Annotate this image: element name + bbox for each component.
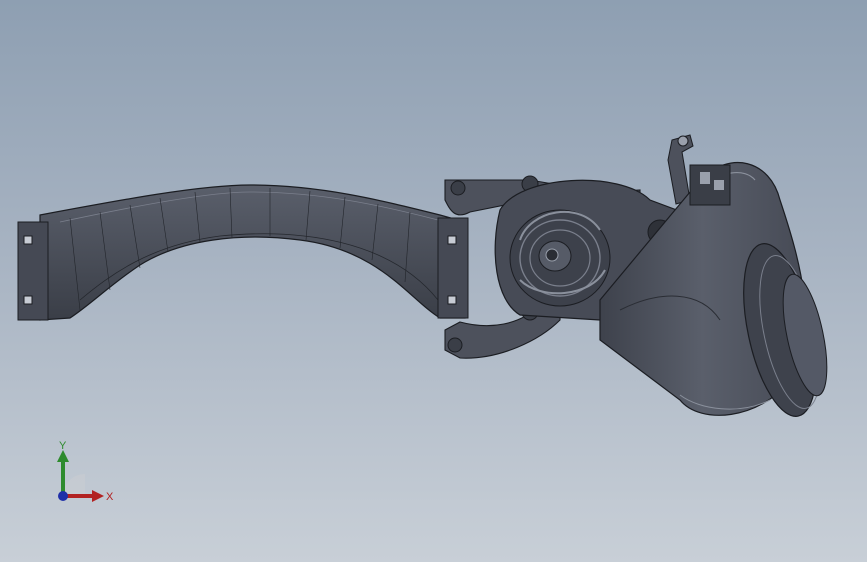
hub-assembly <box>689 164 731 206</box>
duct-arm[interactable] <box>17 184 469 321</box>
z-axis-dot <box>58 491 68 501</box>
graphics-viewport[interactable]: Y X <box>0 0 867 562</box>
x-axis-label: X <box>106 491 114 503</box>
suspension-assembly-model[interactable] <box>0 0 867 562</box>
coordinate-triad: Y X <box>57 440 114 503</box>
y-axis-label: Y <box>59 440 67 452</box>
